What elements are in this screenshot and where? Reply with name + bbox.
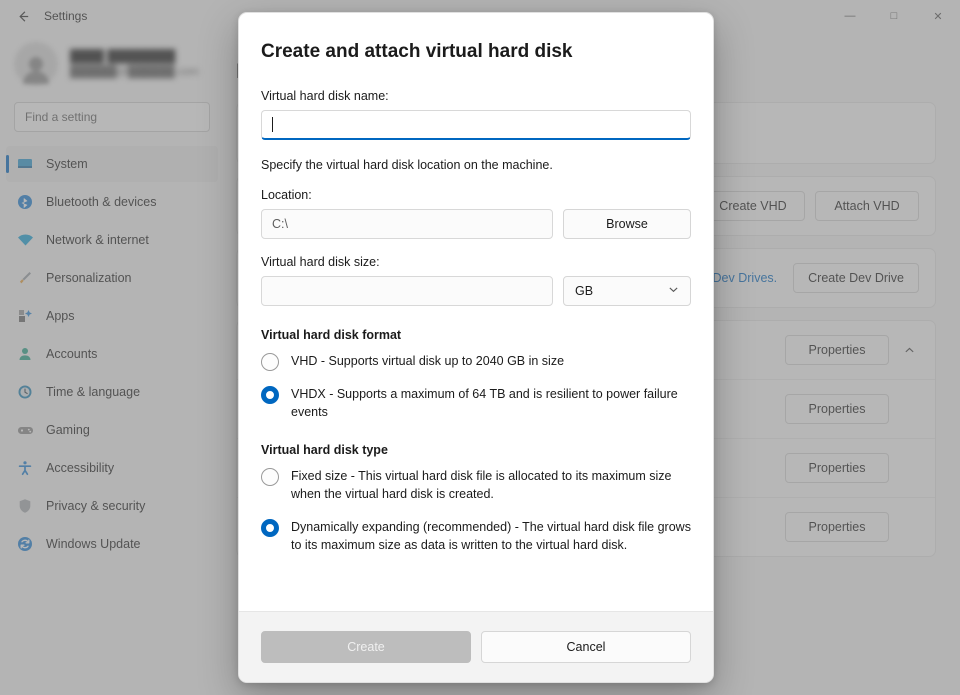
type-group-title: Virtual hard disk type: [261, 443, 691, 457]
format-group-title: Virtual hard disk format: [261, 328, 691, 342]
format-option-label: VHD - Supports virtual disk up to 2040 G…: [291, 352, 564, 370]
text-caret: [272, 117, 273, 132]
cancel-button[interactable]: Cancel: [481, 631, 691, 663]
create-button[interactable]: Create: [261, 631, 471, 663]
type-option-label: Fixed size - This virtual hard disk file…: [291, 467, 691, 503]
type-option-dynamically-expanding[interactable]: Dynamically expanding (recommended) - Th…: [261, 518, 691, 554]
location-description: Specify the virtual hard disk location o…: [261, 158, 691, 172]
size-unit-value: GB: [575, 284, 593, 298]
format-option-label: VHDX - Supports a maximum of 64 TB and i…: [291, 385, 691, 421]
size-unit-select[interactable]: GB: [563, 276, 691, 306]
chevron-down-icon: [668, 284, 679, 298]
type-option-fixed-size[interactable]: Fixed size - This virtual hard disk file…: [261, 467, 691, 503]
dialog-footer: Create Cancel: [239, 611, 713, 682]
browse-button[interactable]: Browse: [563, 209, 691, 239]
create-attach-vhd-dialog: Create and attach virtual hard disk Virt…: [238, 12, 714, 683]
radio-unchecked-icon: [261, 468, 279, 486]
vhd-size-label: Virtual hard disk size:: [261, 255, 691, 269]
format-option-vhd[interactable]: VHD - Supports virtual disk up to 2040 G…: [261, 352, 691, 371]
location-input[interactable]: C:\: [261, 209, 553, 239]
radio-checked-icon: [261, 519, 279, 537]
location-label: Location:: [261, 188, 691, 202]
vhd-name-label: Virtual hard disk name:: [261, 89, 691, 103]
type-option-label: Dynamically expanding (recommended) - Th…: [291, 518, 691, 554]
location-value: C:\: [272, 217, 288, 231]
radio-unchecked-icon: [261, 353, 279, 371]
format-option-vhdx[interactable]: VHDX - Supports a maximum of 64 TB and i…: [261, 385, 691, 421]
vhd-size-input[interactable]: [261, 276, 553, 306]
vhd-name-input[interactable]: [261, 110, 691, 140]
radio-checked-icon: [261, 386, 279, 404]
dialog-title: Create and attach virtual hard disk: [261, 41, 691, 63]
